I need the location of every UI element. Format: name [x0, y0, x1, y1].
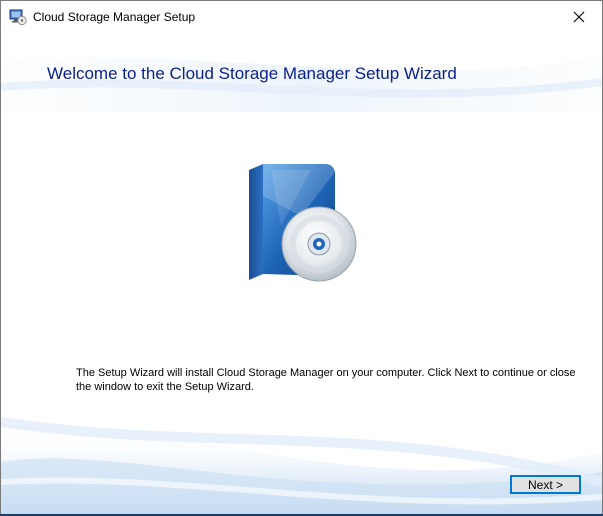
software-box-cd-icon — [249, 164, 357, 282]
close-button[interactable] — [556, 1, 602, 32]
setup-app-icon — [9, 9, 27, 26]
setup-window: Cloud Storage Manager Setup Welcome to t… — [0, 0, 603, 516]
close-icon — [573, 11, 585, 22]
title-bar: Cloud Storage Manager Setup — [1, 1, 602, 32]
wizard-content: Welcome to the Cloud Storage Manager Set… — [1, 32, 602, 515]
wizard-description: The Setup Wizard will install Cloud Stor… — [76, 367, 576, 393]
page-title: Welcome to the Cloud Storage Manager Set… — [47, 64, 457, 83]
next-button[interactable]: Next > — [510, 475, 581, 494]
window-title: Cloud Storage Manager Setup — [33, 10, 196, 24]
